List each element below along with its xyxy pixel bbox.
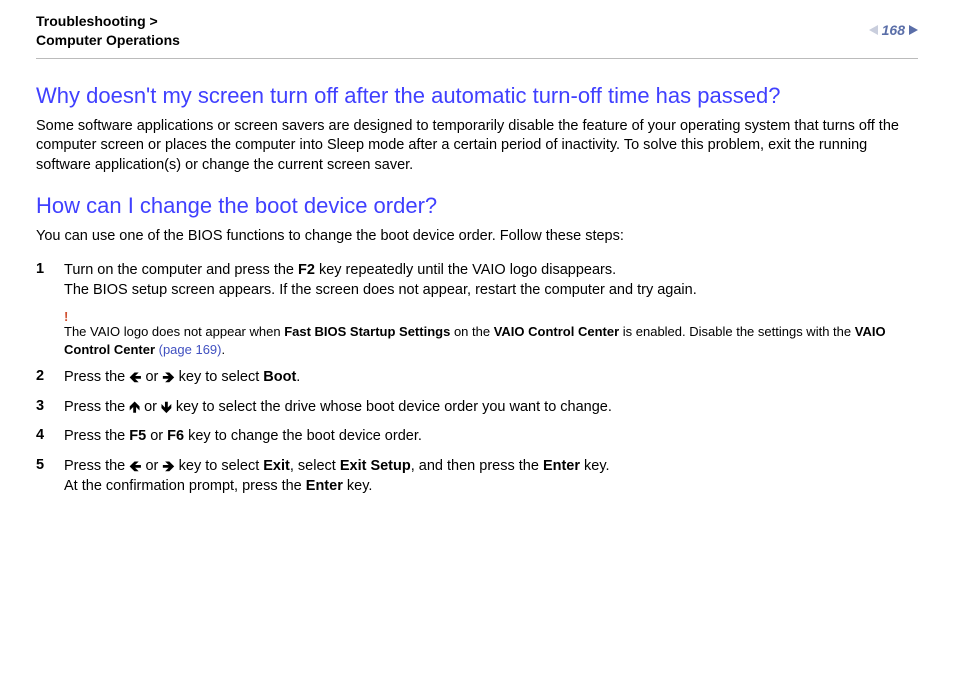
warning-icon: ! — [64, 310, 918, 323]
warning-note: ! The VAIO logo does not appear when Fas… — [64, 310, 918, 358]
arrow-down-icon: 🡻 — [161, 400, 172, 415]
arrow-left-icon: 🡸 — [129, 459, 141, 474]
pager: 168 — [869, 22, 918, 38]
page-header: Troubleshooting > Computer Operations 16… — [36, 12, 918, 59]
step-text: Press the 🡸 or 🡺 key to select Boot. — [64, 368, 300, 388]
step-number: 5 — [36, 457, 64, 496]
step-5: 5 Press the 🡸 or 🡺 key to select Exit, s… — [36, 457, 918, 496]
page-169-link[interactable]: (page 169) — [155, 342, 222, 357]
step-text: Press the 🡹 or 🡻 key to select the drive… — [64, 398, 612, 418]
question-1-title: Why doesn't my screen turn off after the… — [36, 83, 918, 109]
breadcrumb: Troubleshooting > Computer Operations — [36, 12, 180, 50]
question-1-body: Some software applications or screen sav… — [36, 117, 918, 176]
step-4: 4 Press the F5 or F6 key to change the b… — [36, 427, 918, 447]
next-page-icon[interactable] — [909, 25, 918, 35]
step-number: 4 — [36, 427, 64, 447]
arrow-right-icon: 🡺 — [162, 459, 174, 474]
step-number: 1 — [36, 261, 64, 300]
breadcrumb-line1: Troubleshooting > — [36, 13, 158, 29]
breadcrumb-line2: Computer Operations — [36, 32, 180, 48]
steps-list: 1 Turn on the computer and press the F2 … — [36, 261, 918, 496]
step-number: 3 — [36, 398, 64, 418]
page-number: 168 — [882, 22, 905, 38]
key-f6: F6 — [167, 428, 184, 444]
step-1: 1 Turn on the computer and press the F2 … — [36, 261, 918, 300]
step-3: 3 Press the 🡹 or 🡻 key to select the dri… — [36, 398, 918, 418]
question-2-title: How can I change the boot device order? — [36, 193, 918, 219]
step-text: Turn on the computer and press the F2 ke… — [64, 261, 697, 300]
key-enter: Enter — [543, 458, 580, 474]
key-f5: F5 — [129, 428, 146, 444]
step-text: Press the F5 or F6 key to change the boo… — [64, 427, 422, 447]
arrow-up-icon: 🡹 — [129, 400, 140, 415]
step-number: 2 — [36, 368, 64, 388]
key-enter: Enter — [306, 478, 343, 494]
prev-page-icon[interactable] — [869, 25, 878, 35]
arrow-right-icon: 🡺 — [162, 370, 174, 385]
step-text: Press the 🡸 or 🡺 key to select Exit, sel… — [64, 457, 610, 496]
question-2-intro: You can use one of the BIOS functions to… — [36, 227, 918, 247]
key-f2: F2 — [298, 262, 315, 278]
arrow-left-icon: 🡸 — [129, 370, 141, 385]
step-2: 2 Press the 🡸 or 🡺 key to select Boot. — [36, 368, 918, 388]
